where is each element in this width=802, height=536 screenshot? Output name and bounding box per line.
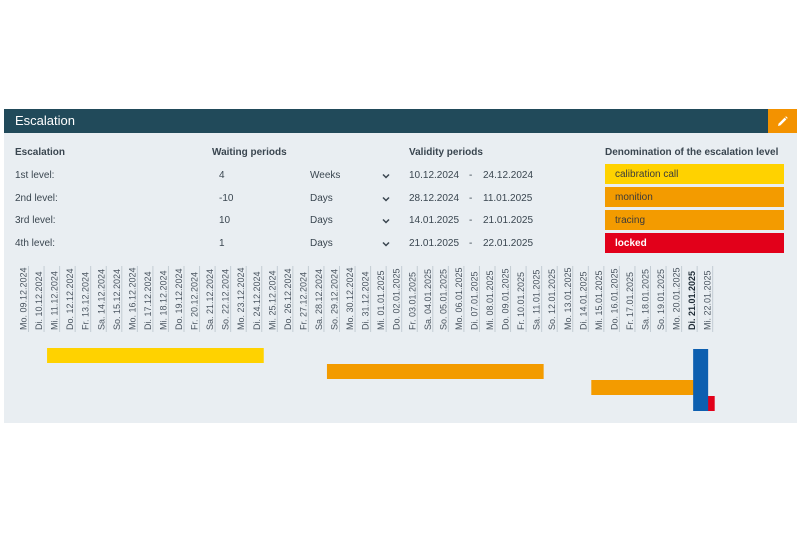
date-tick-label: So. 05.01.2025 (438, 269, 448, 330)
date-tick-label: Do. 16.01.2025 (609, 268, 619, 330)
date-tick-label: Sa. 28.12.2024 (314, 269, 324, 330)
date-tick-label: Mo. 09.12.2024 (19, 267, 29, 330)
date-tick-label: Di. 07.01.2025 (469, 271, 479, 330)
date-tick-label: Do. 19.12.2024 (174, 268, 184, 330)
date-tick-label: Sa. 18.01.2025 (641, 269, 651, 330)
date-tick-label: Mo. 20.01.2025 (672, 267, 682, 330)
date-tick-label: Fr. 17.01.2025 (625, 272, 635, 330)
date-tick-label: Mi. 01.01.2025 (376, 270, 386, 330)
date-tick-label: Mo. 13.01.2025 (563, 267, 573, 330)
date-tick-label: Di. 10.12.2024 (34, 271, 44, 330)
date-tick-label: Di. 14.01.2025 (578, 271, 588, 330)
date-tick-label: Do. 12.12.2024 (65, 268, 75, 330)
today-marker (693, 349, 709, 411)
date-tick-label: Di. 17.12.2024 (143, 271, 153, 330)
date-tick-label: Di. 24.12.2024 (252, 271, 262, 330)
date-tick-label: Mo. 23.12.2024 (236, 267, 246, 330)
date-tick-label: Mi. 22.01.2025 (703, 270, 713, 330)
timeline-bar-level-3 (591, 380, 700, 395)
date-tick-label: Sa. 14.12.2024 (96, 269, 106, 330)
date-tick-label: Fr. 13.12.2024 (81, 272, 91, 330)
date-tick-label: Mo. 06.01.2025 (454, 267, 464, 330)
date-tick-label: So. 19.01.2025 (656, 269, 666, 330)
timeline-bar-level-1 (47, 348, 264, 363)
timeline-bar-level-2 (326, 364, 544, 379)
date-tick-label: Fr. 20.12.2024 (190, 272, 200, 330)
escalation-timeline: Mo. 09.12.2024 Di. 10.12.2024 Mi. 11.12.20… (19, 266, 715, 411)
date-tick-label: Mi. 15.01.2025 (594, 270, 604, 330)
date-tick-label: Sa. 21.12.2024 (205, 269, 215, 330)
date-tick-label: So. 15.12.2024 (112, 269, 122, 330)
date-tick-label: So. 22.12.2024 (221, 269, 231, 330)
date-tick-label: Fr. 10.01.2025 (516, 272, 526, 330)
date-tick-label: Mo. 30.12.2024 (345, 267, 355, 330)
date-tick-label: Mo. 16.12.2024 (127, 267, 137, 330)
date-tick-label: Mi. 25.12.2024 (267, 270, 277, 330)
date-tick-label: Fr. 27.12.2024 (298, 272, 308, 330)
date-tick-label: Sa. 04.01.2025 (423, 269, 433, 330)
date-tick-label: Mi. 11.12.2024 (50, 271, 60, 330)
date-tick-label: Mi. 08.01.2025 (485, 270, 495, 330)
date-tick-label: Mi. 18.12.2024 (158, 270, 168, 330)
escalation-panel: Escalation Escalation Waiting periods Va… (4, 109, 797, 423)
date-tick-label: Di. 31.12.2024 (361, 271, 371, 330)
date-tick-label: Fr. 03.01.2025 (407, 272, 417, 330)
date-tick-label: Do. 09.01.2025 (501, 268, 511, 330)
date-tick-label: So. 29.12.2024 (330, 269, 340, 330)
date-tick-label: Do. 02.01.2025 (392, 268, 402, 330)
date-tick-label: Di. 21.01.2025 (687, 271, 697, 330)
date-tick-label: Sa. 11.01.2025 (532, 270, 542, 330)
date-tick-label: Do. 26.12.2024 (283, 268, 293, 330)
date-tick-label: So. 12.01.2025 (547, 269, 557, 330)
